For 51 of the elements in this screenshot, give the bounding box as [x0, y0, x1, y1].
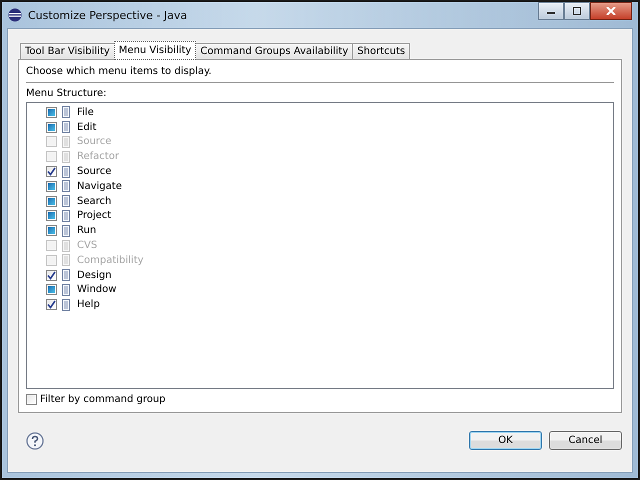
document-icon: [62, 150, 70, 163]
checkbox[interactable]: [46, 284, 57, 296]
maximize-button[interactable]: [564, 2, 590, 20]
menu-item-label[interactable]: Search: [77, 196, 112, 207]
menu-item-label[interactable]: Edit: [77, 122, 96, 133]
cancel-button[interactable]: Cancel: [549, 431, 622, 450]
menu-item-label[interactable]: Project: [77, 210, 112, 222]
ok-button[interactable]: OK: [469, 431, 542, 450]
checkbox[interactable]: [46, 122, 57, 133]
menu-item-label[interactable]: Help: [77, 299, 100, 310]
tree-label: Menu Structure:: [26, 88, 108, 99]
menu-item-label[interactable]: File: [77, 106, 94, 118]
menu-item-label[interactable]: Window: [77, 284, 116, 296]
document-icon: [62, 254, 70, 266]
document-icon: [62, 195, 70, 208]
document-icon: [62, 180, 70, 192]
filter-checkbox[interactable]: [26, 394, 37, 405]
checkbox[interactable]: [46, 166, 57, 178]
help-icon[interactable]: [26, 432, 44, 450]
document-icon: [62, 121, 70, 134]
window-title: Customize Perspective - Java: [28, 8, 188, 22]
filter-label[interactable]: Filter by command group: [40, 394, 166, 405]
tab[interactable]: Command Groups Availability: [195, 43, 354, 59]
document-icon: [62, 284, 70, 296]
document-icon: [62, 210, 70, 222]
document-icon: [62, 224, 70, 237]
checkbox[interactable]: [46, 180, 57, 192]
menu-item-label[interactable]: Navigate: [77, 180, 122, 192]
minimize-button[interactable]: [538, 2, 564, 20]
checkbox[interactable]: [46, 196, 57, 207]
document-icon: [62, 106, 70, 118]
checkbox[interactable]: [46, 225, 57, 236]
menu-item-label[interactable]: Design: [77, 270, 112, 281]
document-icon: [62, 166, 70, 178]
close-button[interactable]: [590, 2, 632, 20]
checkbox[interactable]: [46, 106, 57, 118]
tab[interactable]: Menu Visibility: [114, 41, 196, 60]
document-icon: [62, 240, 70, 252]
checkbox[interactable]: [46, 270, 57, 281]
close-icon: [606, 7, 616, 15]
document-icon: [62, 298, 70, 311]
description-text: Choose which menu items to display.: [26, 66, 213, 77]
menu-item-label[interactable]: Source: [77, 166, 112, 178]
maximize-icon: [572, 7, 582, 15]
document-icon: [62, 269, 70, 282]
checkbox[interactable]: [46, 299, 57, 310]
document-icon: [62, 136, 70, 148]
tab[interactable]: Tool Bar Visibility: [20, 43, 115, 59]
menu-item-label[interactable]: Run: [77, 225, 96, 236]
checkbox[interactable]: [46, 210, 57, 222]
tab[interactable]: Shortcuts: [352, 43, 410, 59]
